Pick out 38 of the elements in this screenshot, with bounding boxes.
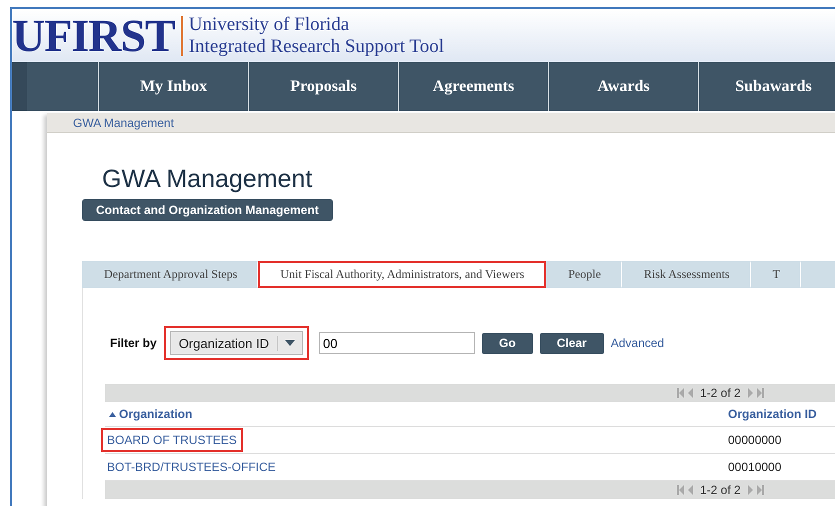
first-page-icon[interactable]: [677, 485, 684, 495]
next-page-icon[interactable]: [746, 485, 754, 495]
site-subtitle: Integrated Research Support Tool: [188, 36, 444, 58]
previous-page-icon[interactable]: [687, 388, 694, 398]
first-page-icon[interactable]: [677, 388, 684, 398]
pager-text: 1-2 of 2: [700, 483, 741, 497]
column-header[interactable]: Organization: [119, 407, 192, 421]
previous-page-icon[interactable]: [687, 485, 694, 495]
tab[interactable]: Unit Fiscal Authority, Administrators, and Viewers: [258, 261, 546, 288]
nav-item[interactable]: Subawards: [699, 62, 835, 111]
organization-link[interactable]: BOARD OF TRUSTEES: [107, 433, 237, 447]
advanced-link[interactable]: Advanced: [610, 336, 664, 350]
tab[interactable]: T: [750, 261, 801, 288]
organization-id-cell: 00010000: [728, 460, 782, 474]
site-title: University of Florida: [188, 14, 350, 36]
sort-icon[interactable]: [109, 412, 116, 416]
filter-dropdown[interactable]: Organization ID: [170, 331, 304, 355]
filter-button[interactable]: Go: [482, 332, 533, 354]
filter-label: Filter by: [110, 336, 157, 350]
tab[interactable]: Risk Assessments: [622, 261, 751, 288]
nav-item[interactable]: Agreements: [399, 62, 549, 111]
column-header[interactable]: Organization ID: [728, 407, 817, 421]
filter-input[interactable]: 00: [319, 332, 476, 354]
pager-text: 1-2 of 2: [700, 386, 741, 400]
breadcrumb-link[interactable]: GWA Management: [73, 116, 174, 130]
tab[interactable]: People: [546, 261, 622, 288]
page-title: GWA Management: [102, 165, 314, 195]
next-page-icon[interactable]: [746, 388, 754, 398]
nav-item[interactable]: My Inbox: [99, 62, 249, 111]
last-page-icon[interactable]: [756, 388, 764, 398]
nav-item[interactable]: Awards: [549, 62, 699, 111]
organization-id-cell: 00000000: [728, 433, 782, 447]
filter-button[interactable]: Clear: [540, 332, 604, 354]
last-page-icon[interactable]: [756, 485, 764, 495]
ufirst-logo: UFIRST: [12, 12, 175, 58]
organization-link[interactable]: BOT-BRD/TRUSTEES-OFFICE: [107, 460, 276, 474]
contact-management-button[interactable]: Contact and Organization Management: [82, 199, 333, 221]
nav-item[interactable]: Proposals: [249, 62, 399, 111]
